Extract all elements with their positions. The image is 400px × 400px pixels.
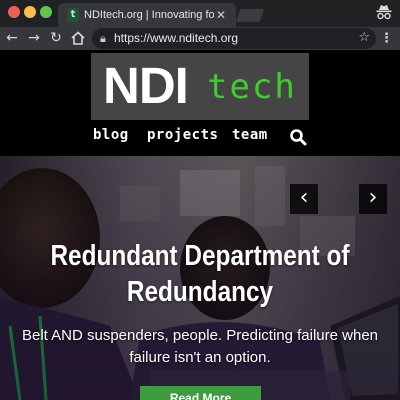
close-icon[interactable]: ✕ [216, 7, 226, 23]
logo-ndi-text: NDI [103, 57, 189, 114]
search-icon[interactable] [289, 128, 307, 146]
hero-title-line: Redundancy [126, 276, 274, 308]
hero-description-line: failure isn't an option. [129, 349, 271, 366]
address-bar[interactable]: 🔒︎ https://www.nditech.org ☆ [92, 28, 376, 49]
nav-item-projects[interactable]: projects [147, 126, 218, 144]
read-more-button[interactable]: Read More [140, 386, 261, 400]
arrow-right-icon[interactable]: → [26, 29, 42, 48]
maximize-window-button[interactable] [40, 6, 52, 18]
logo-tech-text: tech [207, 67, 297, 107]
reload-icon[interactable]: ↻ [48, 29, 64, 48]
browser-tab-active[interactable]: t NDItech.org | Innovating for De ✕ [58, 3, 236, 27]
lock-icon[interactable]: 🔒︎ [100, 31, 106, 46]
slider-prev-button[interactable]: ‹ [290, 184, 318, 214]
slider-next-button[interactable]: › [359, 184, 387, 214]
tab-title: NDItech.org | Innovating for De [84, 9, 214, 21]
nav-item-blog[interactable]: blog [93, 126, 129, 144]
browser-toolbar: ← → ↻ 🔒︎ https://www.nditech.org ☆ ⋮ [0, 27, 400, 50]
nav-item-team[interactable]: team [232, 126, 268, 144]
hero-description-line: Belt AND suspenders, people. Predicting … [21, 327, 379, 344]
site-header: NDI tech blog projects team [0, 50, 400, 156]
close-window-button[interactable] [8, 6, 20, 18]
hero-title-line: Redundant Department of [50, 240, 350, 272]
star-icon[interactable]: ☆ [358, 30, 370, 46]
new-tab-button[interactable] [235, 9, 265, 22]
kebab-menu-icon[interactable]: ⋮ [380, 30, 393, 47]
arrow-left-icon[interactable]: ← [4, 29, 20, 48]
hero-description: Belt AND suspenders, people. Predicting … [14, 325, 386, 369]
hero-title: Redundant Department of Redundancy [49, 238, 351, 310]
minimize-window-button[interactable] [24, 6, 36, 18]
site-logo[interactable]: NDI tech [91, 53, 309, 120]
browser-tab-bar: t NDItech.org | Innovating for De ✕ [0, 0, 400, 27]
incognito-icon[interactable] [376, 4, 392, 22]
hero-slider: ‹ › Redundant Department of Redundancy B… [0, 156, 400, 400]
home-icon[interactable] [70, 29, 86, 48]
favicon-icon: t [67, 8, 79, 22]
url-text[interactable]: https://www.nditech.org [114, 31, 238, 46]
